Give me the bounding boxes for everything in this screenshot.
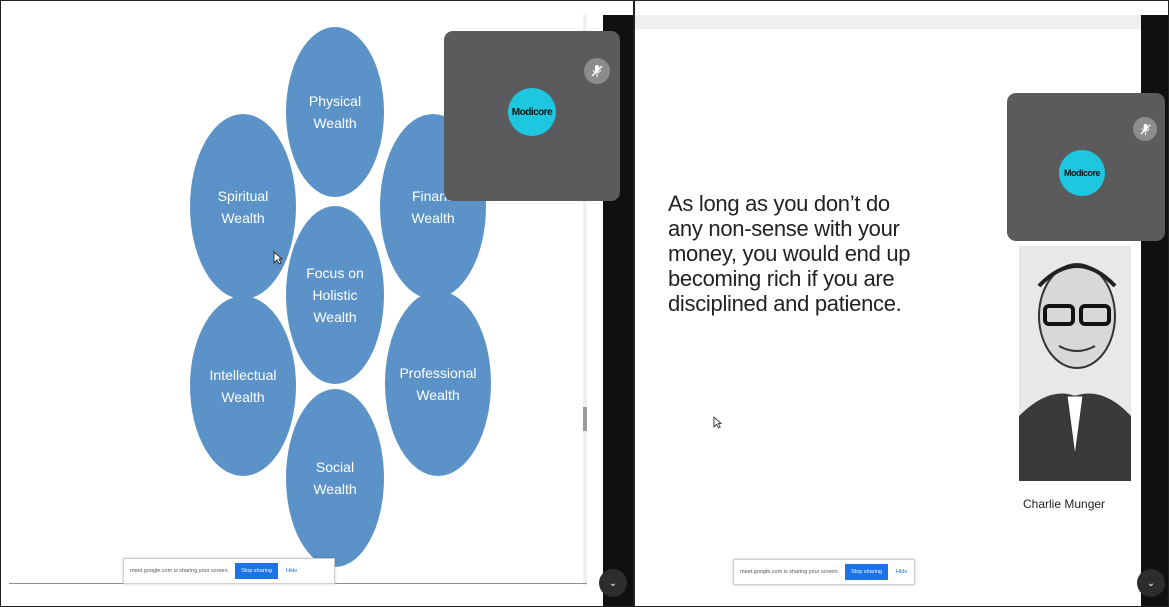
left-control-button[interactable]: ⌄ [599,569,627,597]
slide-quote: As long as you don’t do any non-sense wi… [668,191,911,316]
right-screen-share: As long as you don’t do any non-sense wi… [634,0,1169,607]
participant-avatar: Modicore [1059,150,1105,196]
screen-share-bar: meet.google.com is sharing your screen. … [733,559,915,585]
avatar-label: Modicore [1063,168,1101,178]
mic-off-icon[interactable] [584,58,610,84]
hide-button[interactable]: Hide [896,569,907,575]
portrait-image [1019,246,1131,481]
participant-avatar: Modicore [508,88,556,136]
stop-sharing-button[interactable]: Stop sharing [845,564,888,580]
circle-intellectual-wealth: Intellectual Wealth [190,296,296,476]
share-message: meet.google.com is sharing your screen. [740,569,840,575]
participant-tile[interactable]: Modicore [444,31,620,201]
window-titlebar [635,15,1143,29]
circle-physical-wealth: Physical Wealth [286,27,384,197]
stop-sharing-button[interactable]: Stop sharing [235,563,278,579]
screen-share-bar: meet.google.com is sharing your screen. … [123,558,335,584]
circle-professional-wealth: Professional Wealth [385,291,491,476]
scrollbar-thumb[interactable] [583,407,587,431]
mic-off-icon[interactable] [1133,117,1157,141]
address-bar[interactable] [635,45,1143,65]
mouse-cursor-icon [713,416,722,429]
mouse-cursor-icon [273,251,283,265]
circle-spiritual-wealth: Spiritual Wealth [190,114,296,299]
circle-holistic-wealth: Focus on Holistic Wealth [286,206,384,384]
participant-tile[interactable]: Modicore [1007,93,1165,241]
avatar-label: Modicore [511,106,553,118]
portrait-caption: Charlie Munger [1023,497,1106,511]
hide-button[interactable]: Hide [286,568,297,574]
circle-social-wealth: Social Wealth [286,389,384,567]
left-screen-share: Physical Wealth Spiritual Wealth Financ … [0,0,634,607]
right-control-button[interactable]: ⌄ [1137,569,1165,597]
share-message: meet.google.com is sharing your screen. [130,568,230,574]
